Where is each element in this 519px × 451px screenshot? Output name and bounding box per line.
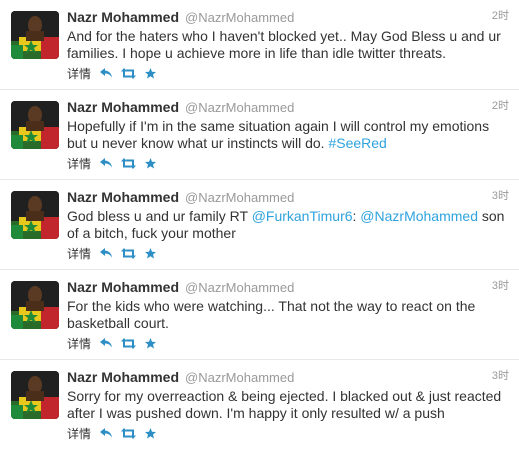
favorite-icon[interactable] [145, 247, 157, 259]
tweet-item[interactable]: Nazr Mohammed @NazrMohammed 3时 God bless … [0, 180, 519, 270]
retweet-icon[interactable] [121, 157, 137, 169]
avatar[interactable] [11, 101, 59, 149]
favorite-icon[interactable] [145, 337, 157, 349]
author-name[interactable]: Nazr Mohammed [67, 279, 179, 295]
author-handle[interactable]: @NazrMohammed [185, 10, 294, 25]
tweet-text: And for the haters who I haven't blocked… [67, 28, 507, 62]
reply-icon[interactable] [100, 158, 113, 168]
mention-link[interactable]: @FurkanTimur6 [252, 208, 353, 224]
tweet-text: Hopefully if I'm in the same situation a… [67, 118, 507, 152]
author-handle[interactable]: @NazrMohammed [185, 370, 294, 385]
tweet-item[interactable]: Nazr Mohammed @NazrMohammed 3时 Sorry for … [0, 360, 519, 450]
tweet-text-segment: Sorry for my overreaction & being ejecte… [67, 388, 502, 421]
avatar[interactable] [11, 281, 59, 329]
tweet-actions: 详情 [67, 65, 165, 82]
tweet-actions: 详情 [67, 155, 165, 172]
tweet-actions: 详情 [67, 245, 165, 262]
retweet-icon[interactable] [121, 337, 137, 349]
tweet-timestamp[interactable]: 2时 [492, 7, 509, 23]
author-name[interactable]: Nazr Mohammed [67, 99, 179, 115]
tweet-text: Sorry for my overreaction & being ejecte… [67, 388, 507, 422]
tweet-item[interactable]: Nazr Mohammed @NazrMohammed 2时 Hopefully … [0, 90, 519, 180]
author-handle[interactable]: @NazrMohammed [185, 190, 294, 205]
reply-icon[interactable] [100, 338, 113, 348]
tweet-timestamp[interactable]: 2时 [492, 97, 509, 113]
author-name[interactable]: Nazr Mohammed [67, 369, 179, 385]
tweet-timestamp[interactable]: 3时 [492, 277, 509, 293]
tweet-text-segment: God bless u and ur family RT [67, 208, 252, 224]
tweet-text-segment: For the kids who were watching... That n… [67, 298, 476, 331]
avatar[interactable] [11, 371, 59, 419]
tweet-timestamp[interactable]: 3时 [492, 187, 509, 203]
avatar[interactable] [11, 191, 59, 239]
author-name[interactable]: Nazr Mohammed [67, 189, 179, 205]
tweet-actions: 详情 [67, 425, 165, 442]
tweet-item[interactable]: Nazr Mohammed @NazrMohammed 2时 And for th… [0, 0, 519, 90]
reply-icon[interactable] [100, 248, 113, 258]
tweet-text-segment: Hopefully if I'm in the same situation a… [67, 118, 490, 151]
favorite-icon[interactable] [145, 67, 157, 79]
tweet-timestamp[interactable]: 3时 [492, 367, 509, 383]
tweet-text: For the kids who were watching... That n… [67, 298, 507, 332]
author-handle[interactable]: @NazrMohammed [185, 280, 294, 295]
reply-icon[interactable] [100, 68, 113, 78]
avatar[interactable] [11, 11, 59, 59]
details-link[interactable]: 详情 [67, 155, 91, 172]
reply-icon[interactable] [100, 428, 113, 438]
hashtag-link[interactable]: #SeeRed [328, 135, 386, 151]
author-handle[interactable]: @NazrMohammed [185, 100, 294, 115]
retweet-icon[interactable] [121, 247, 137, 259]
mention-link[interactable]: @NazrMohammed [360, 208, 478, 224]
retweet-icon[interactable] [121, 67, 137, 79]
tweet-text-segment: And for the haters who I haven't blocked… [67, 28, 501, 61]
details-link[interactable]: 详情 [67, 425, 91, 442]
tweet-text: God bless u and ur family RT @FurkanTimu… [67, 208, 507, 242]
tweet-item[interactable]: Nazr Mohammed @NazrMohammed 3时 For the ki… [0, 270, 519, 360]
retweet-icon[interactable] [121, 427, 137, 439]
details-link[interactable]: 详情 [67, 65, 91, 82]
tweet-actions: 详情 [67, 335, 165, 352]
details-link[interactable]: 详情 [67, 245, 91, 262]
favorite-icon[interactable] [145, 427, 157, 439]
details-link[interactable]: 详情 [67, 335, 91, 352]
author-name[interactable]: Nazr Mohammed [67, 9, 179, 25]
favorite-icon[interactable] [145, 157, 157, 169]
tweet-feed: Nazr Mohammed @NazrMohammed 2时 And for th… [0, 0, 519, 451]
